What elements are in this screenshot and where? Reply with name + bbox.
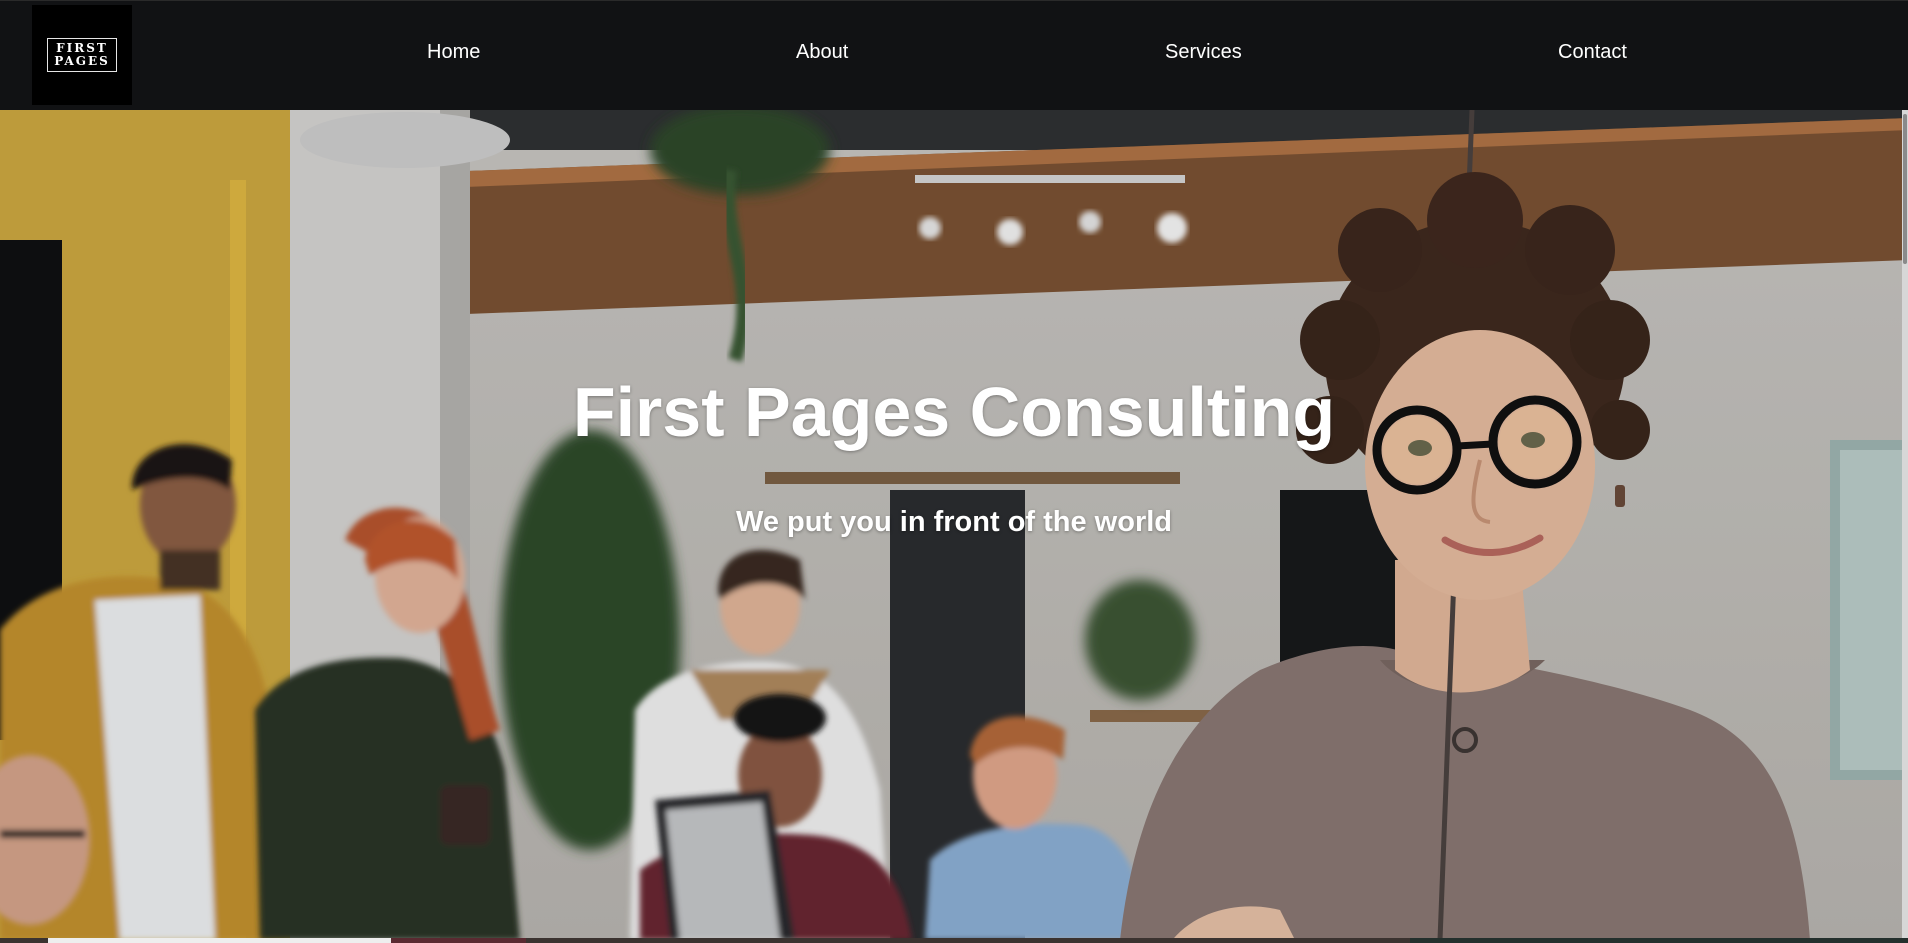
next-section-block xyxy=(48,938,391,943)
next-section-block xyxy=(1410,938,1908,943)
hero-section: First Pages Consulting We put you in fro… xyxy=(0,110,1908,940)
logo-frame: FIRST PAGES xyxy=(47,38,117,72)
navbar: FIRST PAGES Home About Services Contact xyxy=(0,0,1908,110)
nav-home-link[interactable]: Home xyxy=(427,41,480,64)
nav-about-link[interactable]: About xyxy=(796,41,848,64)
scrollbar-thumb[interactable] xyxy=(1903,114,1907,264)
logo-text-pages: PAGES xyxy=(54,54,110,68)
next-section-block xyxy=(391,938,526,943)
next-section-preview xyxy=(0,938,1908,943)
logo[interactable]: FIRST PAGES xyxy=(32,5,132,105)
hero-title: First Pages Consulting xyxy=(572,373,1336,451)
page-scrollbar[interactable] xyxy=(1902,110,1908,940)
hero-subtitle: We put you in front of the world xyxy=(735,506,1173,538)
nav-services-link[interactable]: Services xyxy=(1165,41,1242,64)
nav-contact-link[interactable]: Contact xyxy=(1558,41,1627,64)
